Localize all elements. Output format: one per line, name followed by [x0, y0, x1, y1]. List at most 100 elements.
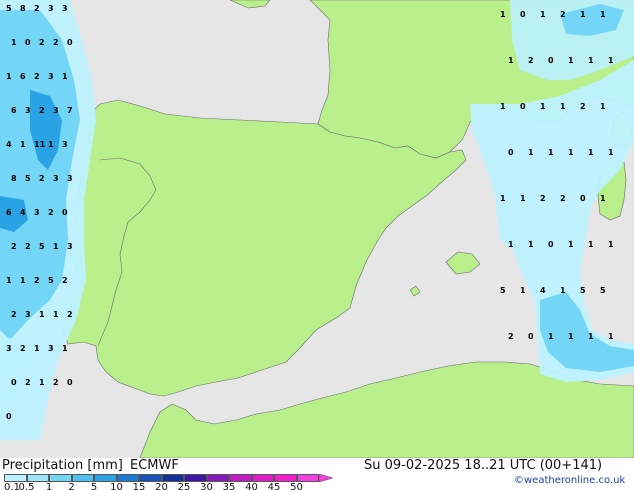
precip-value-label: 3: [6, 344, 12, 353]
colorbar-tick-label: 2: [68, 482, 75, 490]
precip-value-label: 1: [548, 332, 554, 341]
precip-value-label: 1: [508, 240, 514, 249]
precip-value-label: 2: [25, 378, 31, 387]
colorbar-tick-label: 35: [222, 482, 236, 490]
precip-value-label: 1: [6, 72, 12, 81]
precip-value-label: 4: [540, 286, 546, 295]
precip-value-label: 1: [62, 344, 68, 353]
precip-value-label: 1: [568, 240, 574, 249]
precip-value-label: 0: [508, 148, 514, 157]
precip-value-label: 5: [39, 242, 45, 251]
precip-value-label: 2: [34, 276, 40, 285]
precip-value-label: 2: [11, 242, 17, 251]
precip-value-label: 3: [48, 344, 54, 353]
precip-value-label: 1: [20, 276, 26, 285]
precip-value-label: 2: [53, 38, 59, 47]
precipitation-map: [0, 0, 634, 458]
credit-link[interactable]: ©weatheronline.co.uk: [514, 475, 625, 486]
precip-value-label: 1: [53, 242, 59, 251]
precip-value-label: 3: [34, 208, 40, 217]
precip-value-label: 1: [62, 72, 68, 81]
colorbar-tick-label: 20: [155, 482, 168, 490]
precip-value-label: 1: [588, 56, 594, 65]
precip-value-label: 3: [67, 242, 73, 251]
precip-value-label: 7: [67, 106, 73, 115]
precip-value-label: 1: [48, 140, 54, 149]
colorbar-tick-label: 1: [45, 482, 53, 490]
precip-value-label: 6: [20, 72, 26, 81]
precip-value-label: 2: [34, 4, 40, 13]
precip-value-label: 0: [25, 38, 31, 47]
precip-value-label: 0: [548, 240, 554, 249]
colorbar-swatch: [94, 474, 117, 482]
precip-value-label: 1: [588, 148, 594, 157]
precip-value-label: 2: [11, 310, 17, 319]
precip-value-label: 0: [528, 332, 534, 341]
precip-value-label: 2: [67, 310, 73, 319]
precip-value-label: 3: [48, 72, 54, 81]
precip-value-label: 1: [600, 194, 606, 203]
precip-value-label: 1: [11, 38, 17, 47]
colorbar-tick-label: 15: [132, 482, 146, 490]
precip-value-label: 1: [580, 10, 586, 19]
precip-value-label: 1: [600, 102, 606, 111]
precip-value-label: 1: [500, 102, 506, 111]
precip-value-label: 0: [520, 102, 526, 111]
precip-value-label: 1: [39, 378, 45, 387]
precip-value-label: 5: [600, 286, 606, 295]
precip-value-label: 1: [600, 10, 606, 19]
precip-value-label: 2: [39, 174, 45, 183]
precip-value-label: 3: [25, 310, 31, 319]
colorbar-swatch: [206, 474, 229, 482]
precip-value-label: 8: [11, 174, 17, 183]
precip-value-label: 1: [608, 332, 614, 341]
precip-value-label: 0: [520, 10, 526, 19]
model-name: ECMWF: [130, 458, 179, 473]
precip-value-label: 1: [608, 148, 614, 157]
precip-value-label: 1: [6, 276, 12, 285]
precip-value-label: 3: [53, 174, 59, 183]
precip-value-label: 0: [67, 378, 73, 387]
precip-value-label: 2: [34, 72, 40, 81]
precip-value-label: 5: [6, 4, 12, 13]
precip-value-label: 3: [25, 106, 31, 115]
precip-value-label: 2: [580, 102, 586, 111]
precip-value-label: 1: [568, 332, 574, 341]
precip-value-label: 6: [6, 208, 12, 217]
precip-value-label: 1: [500, 194, 506, 203]
precip-value-label: 1: [53, 310, 59, 319]
precip-value-label: 2: [53, 378, 59, 387]
colorbar-tick-label: 30: [200, 482, 213, 490]
colorbar-tick-label: 45: [267, 482, 281, 490]
precip-value-label: 1: [568, 56, 574, 65]
precip-value-label: 1: [528, 148, 534, 157]
precip-value-label: 8: [20, 4, 26, 13]
precip-value-label: 2: [528, 56, 534, 65]
colorbar-tick-label: 10: [110, 482, 123, 490]
precip-value-label: 0: [11, 378, 17, 387]
precip-value-label: 1: [520, 286, 526, 295]
precip-value-label: 3: [67, 174, 73, 183]
colorbar-swatch: [26, 474, 49, 482]
colorbar-swatch: [49, 474, 72, 482]
precip-value-label: 2: [39, 106, 45, 115]
colorbar-arrow: [319, 473, 334, 483]
colorbar-swatch: [71, 474, 94, 482]
precip-value-label: 2: [560, 194, 566, 203]
colorbar-swatch: [274, 474, 297, 482]
precip-value-label: 1: [588, 240, 594, 249]
colorbar-tick-label: 0.5: [18, 482, 35, 490]
colorbar-swatch: [296, 474, 319, 482]
precip-value-label: 5: [25, 174, 31, 183]
precip-value-label: 1: [568, 148, 574, 157]
precip-value-label: 3: [53, 106, 59, 115]
precip-value-label: 3: [62, 4, 68, 13]
precip-value-label: 1: [528, 240, 534, 249]
precip-value-label: 1: [500, 10, 506, 19]
precip-value-label: 3: [48, 4, 54, 13]
colorbar-tick-label: 50: [290, 482, 303, 490]
precip-value-label: 0: [580, 194, 586, 203]
precip-value-label: 2: [62, 276, 68, 285]
precip-value-label: 1: [34, 344, 40, 353]
precip-value-label: 2: [560, 10, 566, 19]
